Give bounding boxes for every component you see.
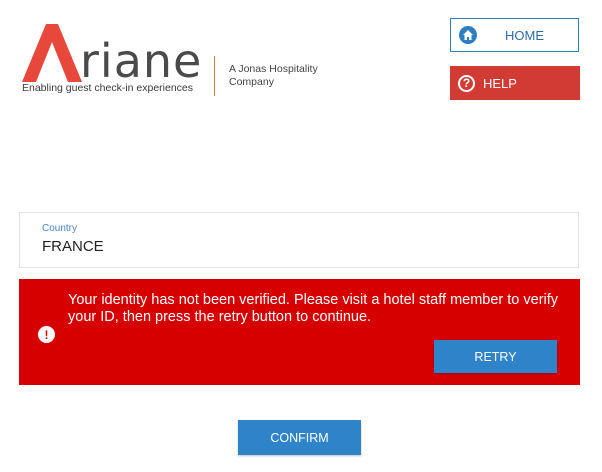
help-button[interactable]: ? HELP — [450, 66, 580, 100]
home-icon — [459, 26, 477, 44]
help-label: HELP — [483, 75, 517, 91]
country-value: FRANCE — [42, 238, 104, 255]
country-label: Country — [42, 223, 78, 234]
question-circle-icon: ? — [458, 74, 475, 92]
logo-tagline: Enabling guest check-in experiences — [22, 82, 194, 94]
logo-divider — [214, 56, 215, 96]
logo-wordmark: riane — [80, 34, 203, 88]
ariane-a-mark — [22, 24, 82, 82]
ariane-logo: riane Enabling guest check-in experience… — [18, 20, 348, 100]
logo-company: A Jonas Hospitality Company — [229, 63, 318, 88]
exclamation-circle-icon: ! — [38, 326, 55, 343]
error-message: Your identity has not been verified. Ple… — [68, 292, 559, 325]
home-button[interactable]: HOME — [450, 18, 579, 52]
identity-error-banner: ! Your identity has not been verified. P… — [19, 279, 580, 385]
confirm-button[interactable]: CONFIRM — [238, 420, 361, 455]
home-label: HOME — [505, 27, 544, 43]
country-field[interactable]: Country FRANCE — [19, 212, 579, 268]
retry-button[interactable]: RETRY — [434, 340, 557, 373]
